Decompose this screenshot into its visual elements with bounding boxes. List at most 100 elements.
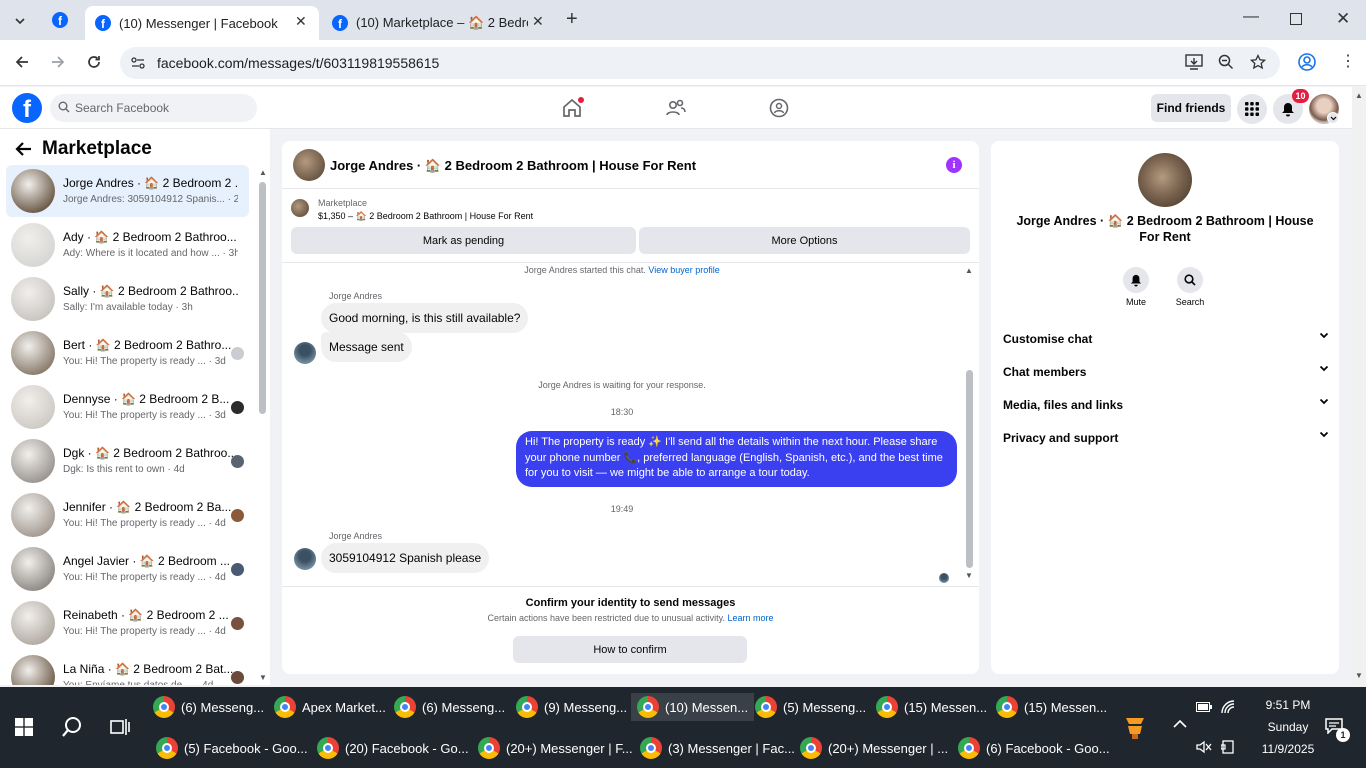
taskbar-window-button[interactable]: (15) Messen... [876,693,987,721]
scrollbar-thumb[interactable] [966,370,973,568]
conversation-item[interactable]: Bert · 🏠 2 Bedroom 2 Bathro... You: Hi! T… [6,327,249,379]
taskbar-window-button[interactable]: (20+) Messenger | ... [800,734,948,762]
outgoing-message[interactable]: Hi! The property is ready ✨ I'll send al… [516,431,957,487]
taskbar-window-button[interactable]: (6) Messeng... [153,693,264,721]
taskbar-window-button[interactable]: (20+) Messenger | F... [478,734,633,762]
task-view-button[interactable] [110,718,130,736]
taskbar-window-button[interactable]: (3) Messenger | Fac... [640,734,795,762]
listing-detail[interactable]: $1,350 – 🏠 2 Bedroom 2 Bathroom | House … [318,211,533,222]
sender-avatar[interactable] [294,548,316,570]
scroll-down-icon[interactable]: ▼ [259,673,267,682]
nav-groups[interactable] [769,98,789,118]
clock-day[interactable]: Sunday [1248,720,1328,734]
tab-marketplace[interactable]: f (10) Marketplace – 🏠 2 Bedroom 2 Bathr… [322,6,556,40]
install-app-icon[interactable] [1185,54,1203,70]
maximize-button[interactable] [1290,13,1302,25]
clock-date[interactable]: 11/9/2025 [1248,742,1328,756]
reload-button[interactable] [86,54,102,70]
forward-button[interactable] [50,54,66,70]
learn-more-link[interactable]: Learn more [727,613,773,623]
taskbar-window-button[interactable]: (10) Messen... [631,693,755,721]
conversation-name: Reinabeth · 🏠 2 Bedroom 2 ... [63,608,229,622]
conversation-item[interactable]: Jorge Andres · 🏠 2 Bedroom 2 ... Jorge An… [6,165,249,217]
pinned-app-icon[interactable] [1124,714,1146,740]
taskbar-window-button[interactable]: (20) Facebook - Go... [317,734,469,762]
listing-thumbnail[interactable] [291,199,309,217]
how-to-confirm-button[interactable]: How to confirm [513,636,747,663]
facebook-logo-icon[interactable]: f [12,93,42,123]
taskbar-window-button[interactable]: (6) Messeng... [394,693,505,721]
clock-time[interactable]: 9:51 PM [1248,698,1328,712]
close-tab-icon[interactable]: ✕ [532,13,544,30]
page-scrollbar[interactable]: ▲ ▼ [1352,87,1366,685]
incoming-message[interactable]: 3059104912 Spanish please [321,543,490,573]
timestamp: 18:30 [610,407,634,417]
more-menu-icon[interactable]: ⋮ [1340,54,1356,70]
tab-messenger[interactable]: f (10) Messenger | Facebook ✕ [85,6,319,40]
start-button[interactable] [15,718,33,736]
back-button[interactable] [14,54,30,70]
conversation-item[interactable]: Ady · 🏠 2 Bedroom 2 Bathroo... Ady: Where… [6,219,249,271]
show-hidden-icons-button[interactable] [1173,719,1187,729]
chat-title[interactable]: Jorge Andres · 🏠 2 Bedroom 2 Bathroom | … [330,158,696,174]
wifi-icon[interactable] [1220,699,1236,715]
site-info-icon[interactable] [130,55,146,71]
view-buyer-profile-link[interactable]: View buyer profile [648,265,719,275]
mark-pending-button[interactable]: Mark as pending [291,227,636,254]
conversation-item[interactable]: Jennifer · 🏠 2 Bedroom 2 Ba... You: Hi! T… [6,489,249,541]
conversation-item[interactable]: Dennyse · 🏠 2 Bedroom 2 B... You: Hi! The… [6,381,249,433]
mute-button[interactable] [1123,267,1149,293]
scroll-down-icon[interactable]: ▼ [1355,671,1363,680]
taskbar-window-button[interactable]: (5) Messeng... [755,693,866,721]
incoming-message[interactable]: Good morning, is this still available? [321,303,529,333]
nav-friends[interactable] [666,98,686,118]
section-customise-chat[interactable]: Customise chat [1003,332,1329,346]
section-chat-members[interactable]: Chat members [1003,365,1329,379]
battery-icon[interactable] [1196,702,1212,712]
new-tab-button[interactable]: + [566,8,578,31]
pinned-tab-facebook[interactable]: f [52,12,68,28]
conversation-item[interactable]: Dgk · 🏠 2 Bedroom 2 Bathroo... Dgk: Is th… [6,435,249,487]
scroll-up-icon[interactable]: ▲ [259,168,267,177]
conversation-item[interactable]: Reinabeth · 🏠 2 Bedroom 2 ... You: Hi! Th… [6,597,249,649]
zoom-icon[interactable] [1218,54,1234,70]
menu-button[interactable] [1237,94,1267,124]
bell-icon [1282,102,1294,116]
find-friends-button[interactable]: Find friends [1151,94,1231,122]
bookmark-star-icon[interactable] [1250,54,1266,70]
display-icon[interactable] [1221,740,1235,754]
section-privacy-support[interactable]: Privacy and support [1003,431,1329,445]
conversation-item[interactable]: La Niña · 🏠 2 Bedroom 2 Bat... You: Envía… [6,651,249,685]
scroll-down-icon[interactable]: ▼ [965,571,973,580]
taskbar-window-button[interactable]: (15) Messen... [996,693,1107,721]
more-options-button[interactable]: More Options [639,227,970,254]
taskbar-window-button[interactable]: (6) Facebook - Goo... [958,734,1110,762]
search-in-chat-button[interactable] [1177,267,1203,293]
taskbar-window-button[interactable]: (5) Facebook - Goo... [156,734,308,762]
volume-muted-icon[interactable] [1196,740,1212,754]
list-scrollbar[interactable]: ▲ ▼ [257,166,268,685]
scrollbar-thumb[interactable] [259,182,266,414]
nav-home[interactable] [562,97,584,118]
incoming-message[interactable]: Message sent [321,332,412,362]
profile-icon[interactable] [1298,53,1316,71]
minimize-button[interactable]: — [1243,8,1259,26]
taskbar-window-button[interactable]: (9) Messeng... [516,693,627,721]
taskbar-search-button[interactable] [61,716,83,738]
sender-avatar[interactable] [294,342,316,364]
url-text[interactable]: facebook.com/messages/t/603119819558615 [157,55,439,71]
chat-profile-avatar[interactable] [1138,153,1192,207]
tab-list-button[interactable] [8,10,32,32]
chat-scrollbar[interactable]: ▲ ▼ [963,264,977,584]
scroll-up-icon[interactable]: ▲ [965,266,973,275]
close-window-button[interactable]: ✕ [1336,9,1350,29]
back-button[interactable] [14,141,32,157]
conversation-item[interactable]: Sally · 🏠 2 Bedroom 2 Bathroo... Sally: I… [6,273,249,325]
scroll-up-icon[interactable]: ▲ [1355,91,1363,100]
conversation-item[interactable]: Angel Javier · 🏠 2 Bedroom ... You: Hi! T… [6,543,249,595]
chat-avatar[interactable] [293,149,325,181]
info-icon[interactable]: i [946,157,962,173]
taskbar-window-button[interactable]: Apex Market... [274,693,386,721]
close-tab-icon[interactable]: ✕ [295,13,307,30]
section-media-files[interactable]: Media, files and links [1003,398,1329,412]
